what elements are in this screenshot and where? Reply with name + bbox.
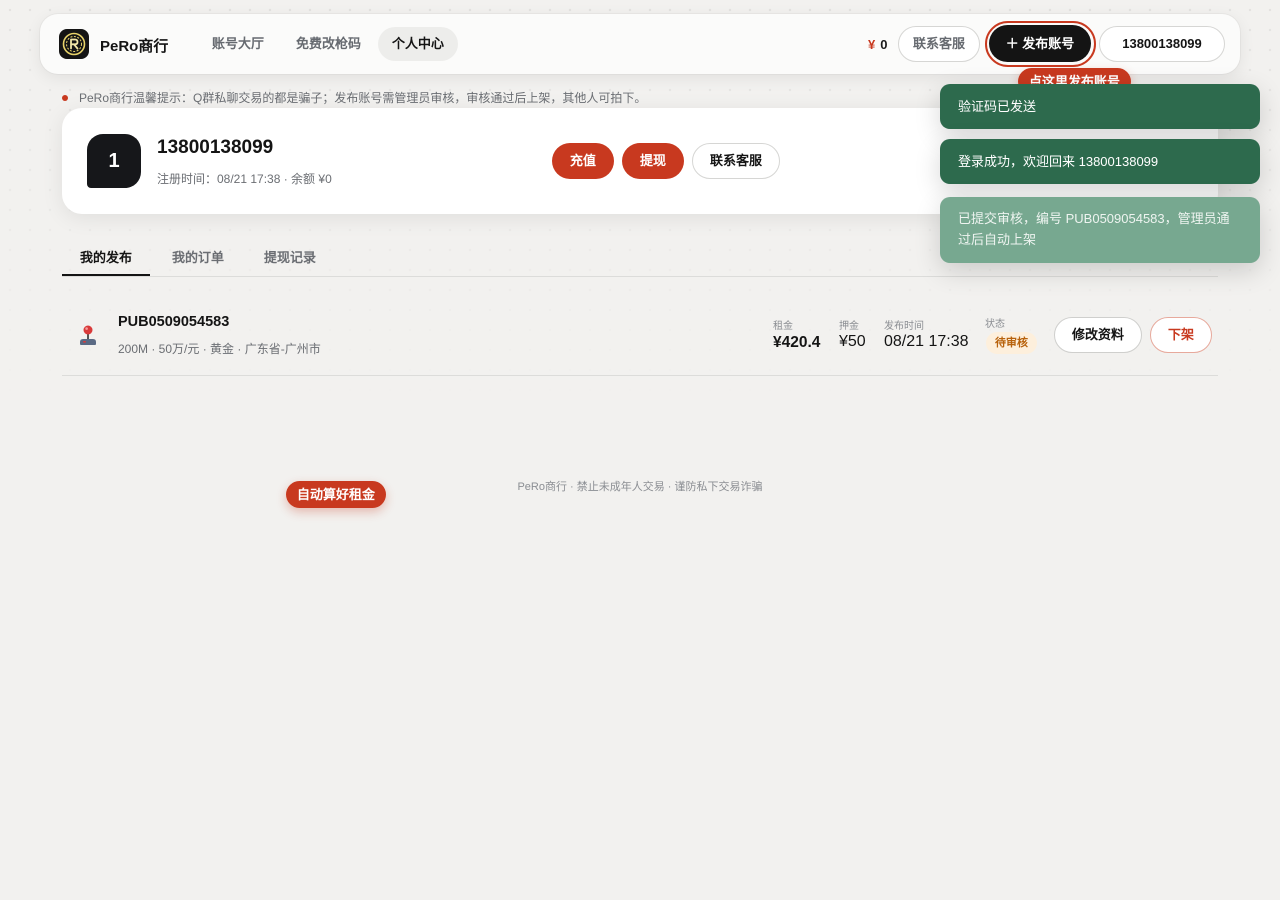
contact-support-button[interactable]: 联系客服	[898, 26, 980, 62]
publish-account-button[interactable]: ＋ 发布账号	[989, 25, 1091, 62]
joystick-icon	[78, 324, 98, 348]
notice-text: PeRo商行温馨提示：Q群私聊交易的都是骗子；发布账号需管理员审核，审核通过后上…	[79, 91, 647, 105]
toast-code-sent: 验证码已发送	[940, 84, 1260, 129]
avatar: 1	[87, 134, 141, 188]
publish-highlight-ring: ＋ 发布账号	[985, 21, 1096, 67]
listing-subtitle: 200M · 50万/元 · 黄金 · 广东省-广州市	[118, 342, 321, 356]
toast-submitted-review: 已提交审核，编号 PUB0509054583，管理员通过后自动上架	[940, 197, 1260, 263]
deposit-label: 押金	[839, 321, 859, 332]
warning-notice: PeRo商行温馨提示：Q群私聊交易的都是骗子；发布账号需管理员审核，审核通过后上…	[62, 89, 646, 106]
nav-item-account-hall[interactable]: 账号大厅	[198, 27, 278, 61]
tab-withdraw-records[interactable]: 提现记录	[264, 247, 316, 266]
top-nav-bar: PeRo商行 账号大厅 免费改枪码 个人中心 ¥0 联系客服 ＋ 发布账号 13…	[40, 14, 1240, 74]
user-account-button[interactable]: 13800138099	[1099, 26, 1225, 62]
profile-support-button[interactable]: 联系客服	[692, 143, 780, 179]
currency-symbol: ¥	[868, 37, 876, 52]
listing-row: PUB0509054583 200M · 50万/元 · 黄金 · 广东省-广州…	[62, 296, 1218, 376]
footer-text: PeRo商行 · 禁止未成年人交易 · 谨防私下交易诈骗	[517, 481, 763, 493]
active-tab-indicator	[62, 274, 150, 276]
status-badge: 待审核	[986, 332, 1037, 354]
tab-my-publish[interactable]: 我的发布	[80, 247, 132, 266]
profile-meta: 注册时间：08/21 17:38 · 余额 ¥0	[157, 172, 332, 186]
withdraw-button[interactable]: 提现	[622, 143, 684, 179]
tab-my-orders[interactable]: 我的订单	[172, 247, 224, 266]
pero-logo-icon[interactable]	[59, 29, 89, 59]
header-balance: ¥0	[868, 37, 887, 52]
nav-item-personal-center[interactable]: 个人中心	[378, 27, 459, 61]
brand-name[interactable]: PeRo商行	[100, 35, 168, 56]
edit-listing-button[interactable]: 修改资料	[1054, 317, 1142, 353]
notice-dot-icon	[62, 94, 68, 101]
balance-value: 0	[880, 37, 888, 52]
recharge-button[interactable]: 充值	[552, 143, 614, 179]
toast-login-success: 登录成功，欢迎回来 13800138099	[940, 139, 1260, 184]
status-label: 状态	[985, 319, 1005, 330]
publish-time-label: 发布时间	[884, 321, 924, 332]
delist-button[interactable]: 下架	[1150, 317, 1212, 353]
publish-time-value: 08/21 17:38	[884, 333, 969, 350]
rent-label: 租金	[773, 321, 793, 332]
profile-name: 13800138099	[157, 137, 274, 158]
listing-id[interactable]: PUB0509054583	[118, 314, 229, 330]
rent-value: ¥420.4	[773, 334, 821, 351]
deposit-value: ¥50	[839, 333, 866, 350]
nav-item-free-gun-code[interactable]: 免费改枪码	[282, 27, 375, 61]
